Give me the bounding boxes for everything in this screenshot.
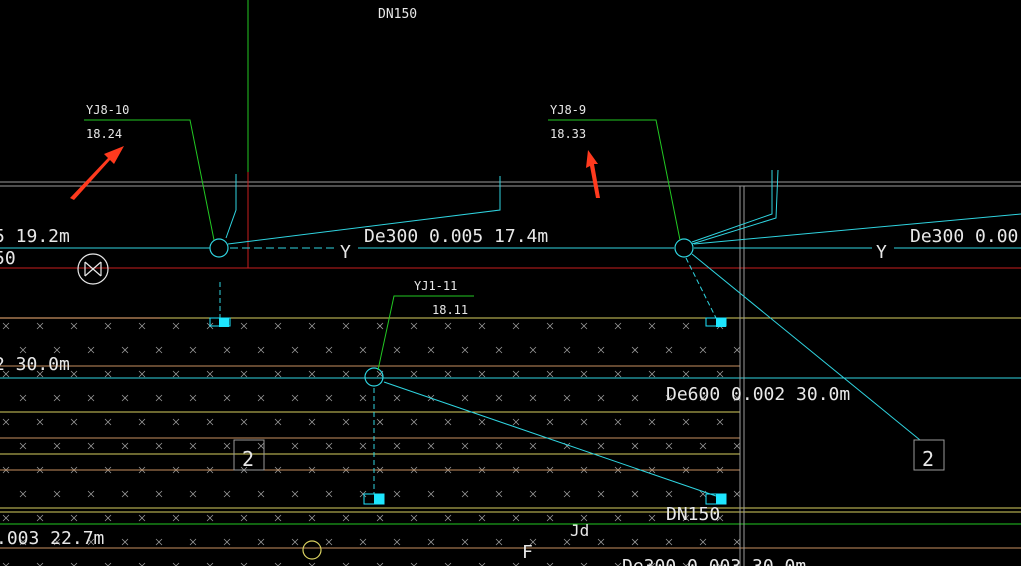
bottom-dn-label: DN150 [666,504,720,525]
top-dn-label: DN150 [378,7,417,22]
f-label: F [522,542,533,563]
tag-box-left-text: 2 [242,447,254,471]
pipe-spec-1: De300 0.005 17.4m [364,226,548,247]
manhole-bottom[interactable] [302,540,322,560]
hatch-pattern [2,322,740,566]
y-marker-1: Y [340,242,351,263]
left-mid-spec: 2 30.0m [0,354,70,375]
manhole-yj8-10[interactable] [209,238,229,258]
valve-icon[interactable] [77,253,109,285]
pipe-spec-3: De600 0.002 30.0m [666,384,850,405]
well-elevation-yj1-11: 18.11 [432,303,468,317]
cad-drawing[interactable]: YJ8-10 18.24 YJ8-9 18.33 YJ1-11 18.11 DN… [0,0,1021,566]
well-elevation-yj8-9: 18.33 [550,127,586,141]
pipe-spec-2: De300 0.00 [910,226,1018,247]
tag-box-right-text: 2 [922,447,934,471]
manhole-yj8-9[interactable] [674,238,694,258]
well-id-yj8-9: YJ8-9 [550,103,586,117]
jd-label: Jd [570,521,589,540]
tag-box-right: 2 [913,439,945,471]
left-pipe-tail: 50 [0,248,16,269]
y-marker-2: Y [876,242,887,263]
bottom-spec: De300 0.003 30.0m [622,556,806,566]
branch-pipes [219,169,1021,497]
manhole-yj1-11[interactable] [364,367,384,387]
well-elevation-yj8-10: 18.24 [86,127,122,141]
left-pipe-spec: 5 19.2m [0,226,70,247]
left-bottom-spec: .003 22.7m [0,528,104,549]
arrow-icon [70,146,600,200]
well-id-yj8-10: YJ8-10 [86,103,129,117]
well-id-yj1-11: YJ1-11 [414,279,457,293]
